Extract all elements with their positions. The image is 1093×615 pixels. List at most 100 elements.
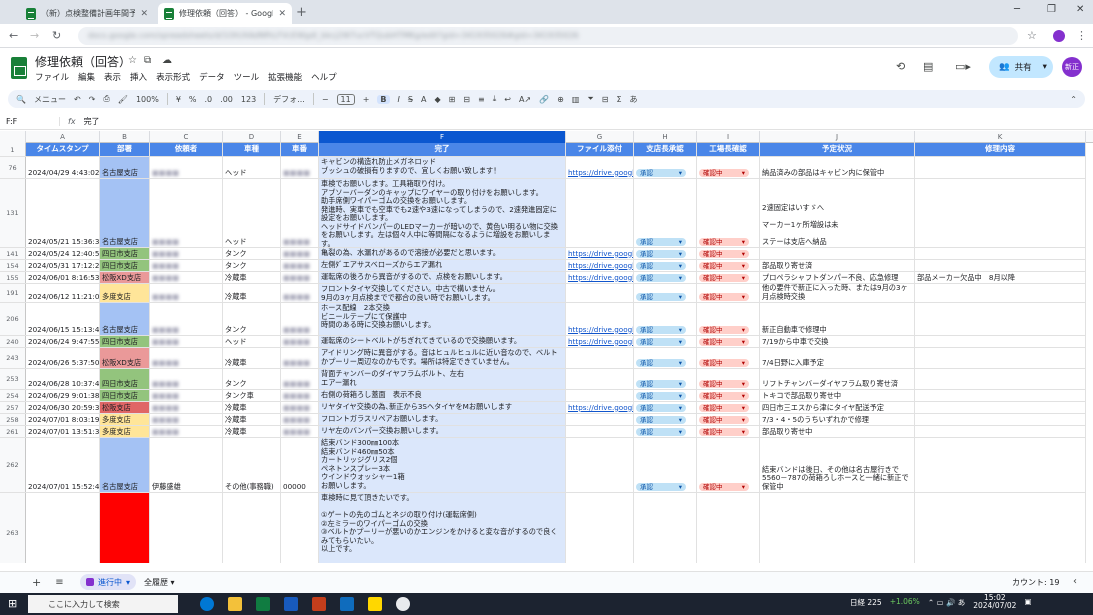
- approval-chip[interactable]: 承認 ▾: [636, 380, 686, 388]
- cell-detail[interactable]: [915, 157, 1086, 178]
- cell-status[interactable]: 7/19から中車で交換: [760, 336, 915, 347]
- cell-status[interactable]: 2速固定はいすゞへ マーカー1ヶ所増設は未 ステーは支店へ納品: [760, 179, 915, 247]
- column-header-d[interactable]: D: [223, 131, 281, 143]
- cell-status[interactable]: 部品取り寄せ中: [760, 426, 915, 437]
- column-header-g[interactable]: G: [566, 131, 634, 143]
- stock-label[interactable]: 日経 225: [850, 597, 882, 610]
- cell-req[interactable]: ■■■■: [150, 179, 223, 247]
- cell-status[interactable]: 四日市三エスから津にタイヤ配送予定: [760, 402, 915, 413]
- row-number[interactable]: 253: [0, 369, 26, 389]
- header-cell[interactable]: 予定状況: [760, 143, 915, 156]
- forward-icon[interactable]: →: [30, 29, 39, 42]
- row-number[interactable]: 76: [0, 157, 26, 178]
- menu-help[interactable]: ヘルプ: [311, 71, 337, 83]
- cell-status[interactable]: [760, 248, 915, 259]
- confirmation-chip[interactable]: 確認中 ▾: [699, 483, 749, 491]
- cell-file[interactable]: [566, 493, 634, 563]
- formula-input[interactable]: 完了: [84, 116, 100, 127]
- confirmation-chip[interactable]: 確認中 ▾: [699, 416, 749, 424]
- confirmation-chip[interactable]: 確認中 ▾: [699, 428, 749, 436]
- cell-status[interactable]: 部品取り寄せ済: [760, 260, 915, 271]
- menu-insert[interactable]: 挿入: [130, 71, 147, 83]
- row-number[interactable]: 191: [0, 284, 26, 302]
- cell-desc[interactable]: ホース配線 2本交換 ビニールテープにて保護中 時間のある時に交換お願いします。: [319, 303, 566, 335]
- cell-detail[interactable]: [915, 438, 1086, 492]
- font-size-increase-icon[interactable]: +: [363, 95, 370, 104]
- cell-appr[interactable]: 承認 ▾: [634, 248, 697, 259]
- history-icon[interactable]: ⟲: [896, 60, 905, 73]
- url-field[interactable]: docs.google.com/spreadsheets/d/1OtUXAdNf…: [78, 27, 1018, 45]
- cell-conf[interactable]: 確認中 ▾: [697, 438, 760, 492]
- cell-file[interactable]: https://drive.google.: [566, 336, 634, 347]
- undo-icon[interactable]: ↶: [74, 95, 81, 104]
- number-format-button[interactable]: 123: [241, 95, 256, 104]
- cell-appr[interactable]: 承認 ▾: [634, 303, 697, 335]
- cell-appr[interactable]: 承認 ▾: [634, 272, 697, 283]
- header-cell[interactable]: 依頼者: [150, 143, 223, 156]
- cell-appr[interactable]: [634, 493, 697, 563]
- cell-ts[interactable]: 2024/06/15 15:13:43: [26, 303, 100, 335]
- cell-conf[interactable]: 確認中 ▾: [697, 284, 760, 302]
- file-explorer-icon[interactable]: [228, 597, 242, 611]
- cell-dept[interactable]: 多度支店: [100, 284, 150, 302]
- cell-status[interactable]: リフトチャンバーダイヤフラム取り寄せ済: [760, 369, 915, 389]
- cell-desc[interactable]: 車検でお願いします。工具箱取り付け。 アブソーバーダンのキャップにワイヤーの取り…: [319, 179, 566, 247]
- cell-status[interactable]: プロペラシャフトダンパー不良、応急修理: [760, 272, 915, 283]
- cell-desc[interactable]: 背面チャンバーのダイヤフラムボルト、左右 エアー漏れ: [319, 369, 566, 389]
- column-header-a[interactable]: A: [26, 131, 100, 143]
- chrome-icon[interactable]: [396, 597, 410, 611]
- cell-status[interactable]: 納品済みの部品はキャビン内に保管中: [760, 157, 915, 178]
- cell-appr[interactable]: 承認 ▾: [634, 414, 697, 425]
- cell-conf[interactable]: 確認中 ▾: [697, 390, 760, 401]
- input-tools-icon[interactable]: あ: [630, 94, 638, 105]
- cell-conf[interactable]: 確認中 ▾: [697, 303, 760, 335]
- all-sheets-icon[interactable]: ≡: [55, 577, 63, 588]
- cell-desc[interactable]: フロントタイヤ交換してください。中古で構いません。 9月の3ヶ月点検までで都合の…: [319, 284, 566, 302]
- cell-ts[interactable]: 2024/06/01 8:16:53: [26, 272, 100, 283]
- row-number[interactable]: 206: [0, 303, 26, 335]
- windows-start-icon[interactable]: ⊞: [8, 597, 17, 610]
- cell-req[interactable]: ■■■■: [150, 284, 223, 302]
- cell-no[interactable]: ■■■■: [281, 402, 319, 413]
- sticky-notes-icon[interactable]: [368, 597, 382, 611]
- select-all-corner[interactable]: [0, 131, 26, 143]
- sheet-tab-active[interactable]: 進行中 ▾: [80, 574, 137, 590]
- file-text[interactable]: https://drive.google.: [568, 337, 633, 347]
- close-tab-icon[interactable]: ✕: [140, 9, 148, 19]
- cell-no[interactable]: ■■■■: [281, 179, 319, 247]
- cell-no[interactable]: ■■■■: [281, 336, 319, 347]
- cell-req[interactable]: ■■■■: [150, 426, 223, 437]
- confirmation-chip[interactable]: 確認中 ▾: [699, 404, 749, 412]
- row-number[interactable]: 141: [0, 248, 26, 259]
- cell-desc[interactable]: 左側ﾀﾞエアサスベローズからエア漏れ: [319, 260, 566, 271]
- cell-detail[interactable]: [915, 493, 1086, 563]
- header-cell[interactable]: 支店長承認: [634, 143, 697, 156]
- browser-menu-icon[interactable]: ⋮: [1076, 29, 1087, 42]
- file-text[interactable]: https://drive.google.: [568, 168, 633, 178]
- back-icon[interactable]: ←: [9, 29, 18, 42]
- file-text[interactable]: https://drive.google.: [568, 261, 633, 271]
- paint-format-icon[interactable]: 🖌: [118, 95, 128, 104]
- cell-file[interactable]: https://drive.google.: [566, 248, 634, 259]
- cell-car[interactable]: 冷蔵車: [223, 348, 281, 368]
- header-cell[interactable]: 車番: [281, 143, 319, 156]
- cell-desc[interactable]: アイドリング時に異音がする。音はヒュルヒュルに近い音なので、ベルトかプーリー周辺…: [319, 348, 566, 368]
- cell-ts[interactable]: 2024/06/24 9:47:55: [26, 336, 100, 347]
- profile-icon[interactable]: [1053, 30, 1065, 42]
- cell-appr[interactable]: 承認 ▾: [634, 402, 697, 413]
- cell-appr[interactable]: 承認 ▾: [634, 336, 697, 347]
- cell-req[interactable]: ■■■■: [150, 248, 223, 259]
- cell-dept[interactable]: 松阪XD支店: [100, 272, 150, 283]
- cell-car[interactable]: ヘッド: [223, 157, 281, 178]
- cell-appr[interactable]: 承認 ▾: [634, 284, 697, 302]
- cell-conf[interactable]: 確認中 ▾: [697, 272, 760, 283]
- file-text[interactable]: https://drive.google.: [568, 249, 633, 259]
- collapse-toolbar-icon[interactable]: ⌃: [1070, 95, 1077, 104]
- menu-tools[interactable]: ツール: [234, 71, 260, 83]
- edge-icon[interactable]: [200, 597, 214, 611]
- header-cell[interactable]: 修理内容: [915, 143, 1086, 156]
- confirmation-chip[interactable]: 確認中 ▾: [699, 338, 749, 346]
- row-number[interactable]: 261: [0, 426, 26, 437]
- cell-req[interactable]: ■■■■: [150, 390, 223, 401]
- cell-no[interactable]: ■■■■: [281, 260, 319, 271]
